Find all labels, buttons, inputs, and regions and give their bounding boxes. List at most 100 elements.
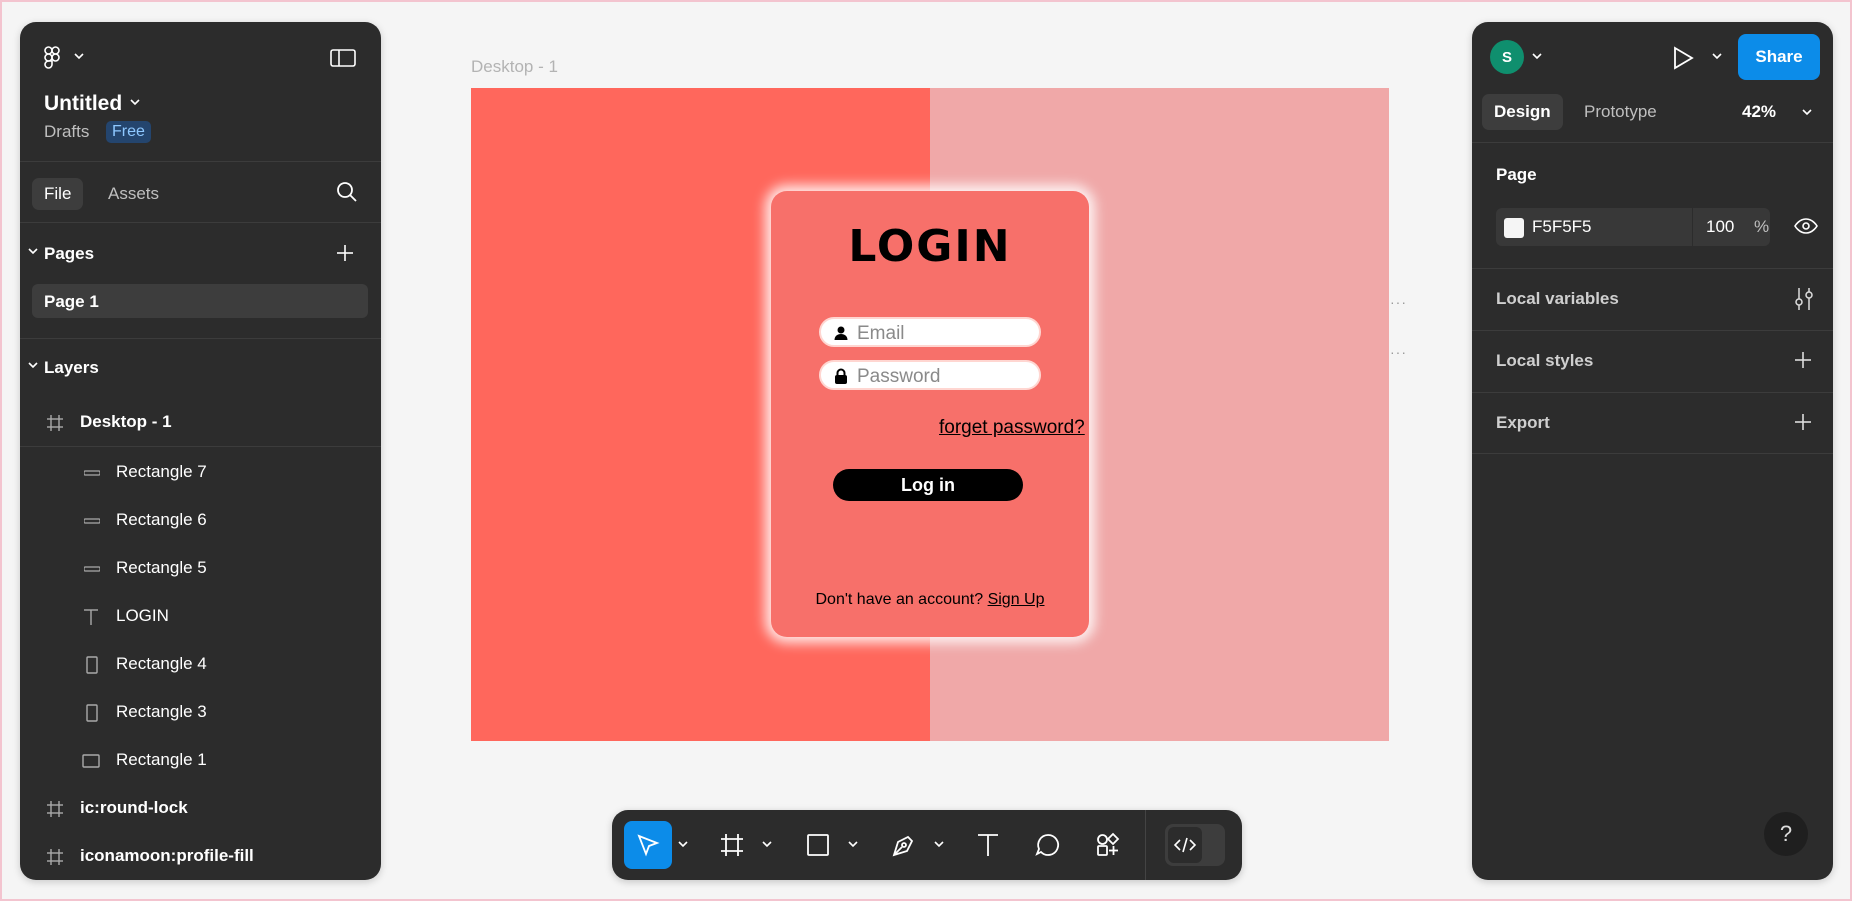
chevron-down-icon[interactable]	[848, 840, 858, 848]
file-title[interactable]: Untitled	[44, 92, 122, 116]
email-field[interactable]: Email	[819, 317, 1041, 347]
chevron-down-icon[interactable]	[762, 840, 772, 848]
login-button[interactable]: Log in	[833, 469, 1023, 501]
layer-label: Rectangle 1	[116, 750, 207, 769]
signup-prompt: Don't have an account? Sign Up	[771, 591, 1089, 609]
pen-tool-button[interactable]	[880, 821, 928, 869]
opacity-unit: %	[1754, 217, 1770, 236]
move-tool-button[interactable]	[624, 821, 672, 869]
layer-label: Rectangle 3	[116, 702, 207, 721]
right-sidebar: S Share Design Prototype 42% Page F5F5F5…	[1472, 22, 1833, 880]
left-tabs: File Assets	[20, 163, 381, 223]
layer-row[interactable]: Desktop - 1	[20, 398, 381, 446]
layer-row[interactable]: Rectangle 7	[20, 448, 381, 496]
figma-logo-icon[interactable]	[44, 46, 60, 70]
chevron-down-icon[interactable]	[28, 247, 38, 255]
tab-design[interactable]: Design	[1482, 94, 1563, 130]
plus-icon[interactable]	[336, 244, 354, 262]
layer-row[interactable]: iconamoon:profile-fill	[20, 832, 381, 880]
text-tool-button[interactable]	[964, 821, 1012, 869]
chevron-down-icon[interactable]	[1802, 108, 1812, 116]
chevron-down-icon[interactable]	[74, 52, 84, 60]
text-icon	[975, 832, 1001, 858]
export-title: Export	[1496, 413, 1550, 432]
layer-row[interactable]: ic:round-lock	[20, 784, 381, 832]
layer-row[interactable]: Rectangle 3	[20, 688, 381, 736]
email-placeholder: Email	[857, 323, 905, 344]
eye-icon[interactable]	[1794, 218, 1818, 234]
password-field[interactable]: Password	[819, 360, 1041, 390]
avatar[interactable]: S	[1490, 40, 1524, 74]
line-icon	[84, 566, 100, 572]
file-header: Untitled Drafts Free	[20, 22, 381, 162]
plan-badge: Free	[106, 121, 151, 143]
variables-icon[interactable]	[1794, 287, 1814, 311]
overflow-dots: ···	[1390, 294, 1407, 310]
frame-icon	[46, 848, 64, 866]
chevron-down-icon[interactable]	[1532, 52, 1542, 60]
chevron-down-icon[interactable]	[130, 98, 140, 106]
divider	[1692, 208, 1693, 246]
page-item[interactable]: Page 1	[32, 284, 368, 318]
local-styles-title: Local styles	[1496, 351, 1594, 370]
chevron-down-icon[interactable]	[678, 840, 688, 848]
forget-password-link[interactable]: forget password?	[939, 417, 1085, 439]
help-button[interactable]: ?	[1764, 812, 1808, 856]
comment-tool-button[interactable]	[1024, 821, 1072, 869]
tab-assets[interactable]: Assets	[96, 178, 171, 210]
login-title[interactable]: LOGIN	[771, 221, 1089, 272]
tab-prototype[interactable]: Prototype	[1572, 94, 1669, 130]
bottom-toolbar	[612, 810, 1242, 880]
opacity-input[interactable]: 100	[1706, 217, 1734, 237]
layer-row[interactable]: Rectangle 6	[20, 496, 381, 544]
login-card[interactable]: LOGIN Email Password forget password? Lo…	[771, 191, 1089, 637]
layer-row[interactable]: Rectangle 5	[20, 544, 381, 592]
dev-mode-toggle[interactable]	[1165, 824, 1225, 866]
search-icon[interactable]	[336, 181, 358, 203]
divider	[20, 446, 381, 447]
toolbar-divider	[1145, 810, 1146, 880]
page-item-label: Page 1	[44, 292, 99, 311]
shape-tool-button[interactable]	[794, 821, 842, 869]
plus-icon[interactable]	[1794, 413, 1812, 431]
zoom-level[interactable]: 42%	[1742, 102, 1776, 122]
rectangle-icon	[805, 832, 831, 858]
page-fill-row[interactable]: F5F5F5 100 %	[1496, 208, 1770, 246]
pages-header[interactable]: Pages	[20, 234, 381, 274]
sidebar-toggle-icon[interactable]	[330, 48, 356, 68]
components-icon	[1095, 832, 1121, 858]
chevron-down-icon[interactable]	[28, 361, 38, 369]
pages-label: Pages	[44, 244, 95, 263]
actions-tool-button[interactable]	[1084, 821, 1132, 869]
local-variables-section: Local variables	[1472, 268, 1833, 330]
file-location[interactable]: Drafts	[44, 122, 89, 142]
comment-icon	[1035, 832, 1061, 858]
tab-file[interactable]: File	[32, 178, 84, 210]
layer-row[interactable]: Rectangle 1	[20, 736, 381, 784]
chevron-down-icon[interactable]	[1712, 52, 1722, 60]
text-icon	[82, 608, 100, 626]
desktop-frame[interactable]: LOGIN Email Password forget password? Lo…	[471, 88, 1389, 741]
layer-row[interactable]: LOGIN	[20, 592, 381, 640]
password-placeholder: Password	[857, 366, 941, 387]
left-sidebar: Untitled Drafts Free File Assets Pages P…	[20, 22, 381, 880]
layer-row[interactable]: Rectangle 4	[20, 640, 381, 688]
pen-icon	[891, 832, 917, 858]
layer-label: Desktop - 1	[80, 412, 172, 431]
share-button[interactable]: Share	[1738, 34, 1820, 80]
overflow-dots: ···	[1390, 344, 1407, 360]
frame-label[interactable]: Desktop - 1	[471, 57, 558, 77]
fill-hex-input[interactable]: F5F5F5	[1532, 217, 1592, 237]
sign-up-link[interactable]: Sign Up	[988, 591, 1045, 608]
color-swatch[interactable]	[1504, 218, 1524, 238]
rectangle-icon	[82, 754, 100, 768]
local-variables-title: Local variables	[1496, 289, 1619, 308]
plus-icon[interactable]	[1794, 351, 1812, 369]
frame-icon	[46, 414, 64, 432]
layers-header[interactable]: Layers	[20, 348, 381, 388]
no-account-text: Don't have an account?	[815, 591, 984, 608]
frame-tool-button[interactable]	[708, 821, 756, 869]
play-icon[interactable]	[1672, 46, 1694, 70]
chevron-down-icon[interactable]	[934, 840, 944, 848]
line-icon	[84, 470, 100, 476]
